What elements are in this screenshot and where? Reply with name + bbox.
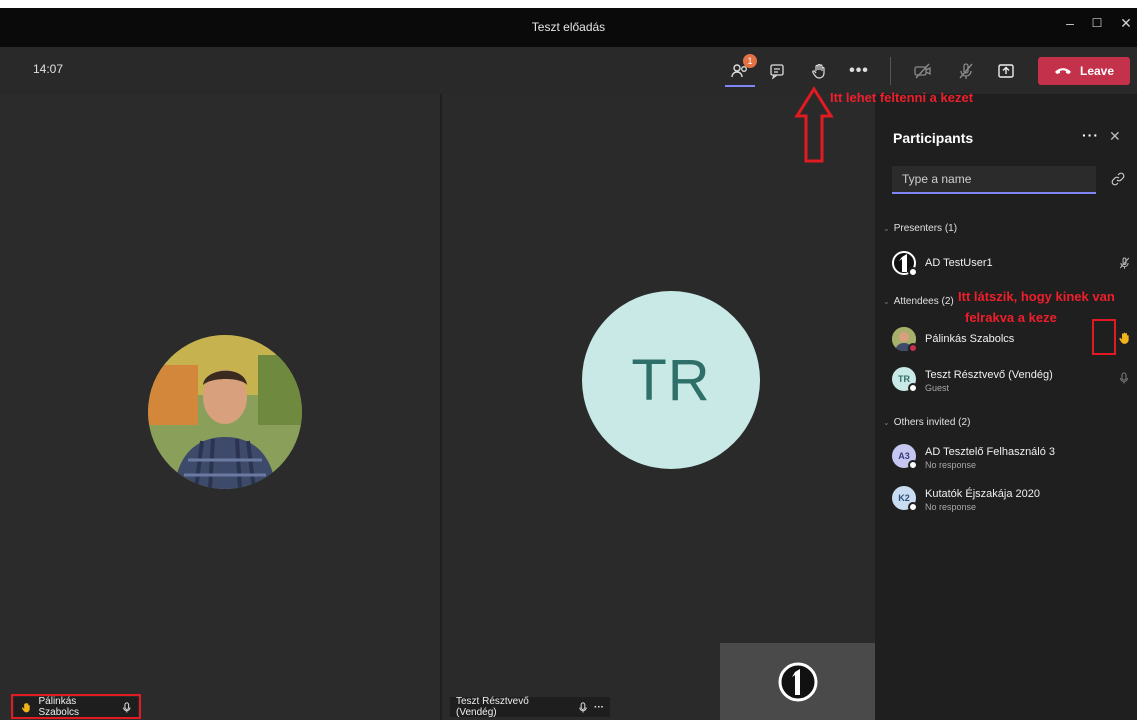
annotation-raise-hand-note: Itt lehet feltenni a kezet xyxy=(830,90,974,105)
title-bar: Teszt előadás – ☐ ✕ xyxy=(0,0,1137,47)
mic-toggle-button[interactable] xyxy=(953,58,979,84)
participant-response: No response xyxy=(925,460,977,470)
annotation-who-raised-line2: felrakva a keze xyxy=(965,310,1057,325)
window-title: Teszt előadás xyxy=(531,20,606,34)
status-dot xyxy=(908,383,918,393)
self-avatar-icon xyxy=(778,662,817,701)
leave-button[interactable]: Leave xyxy=(1038,57,1130,85)
status-dot xyxy=(908,267,918,277)
participant-ad-testuser1[interactable]: AD TestUser1 xyxy=(892,248,1132,278)
participant-search-input[interactable] xyxy=(892,166,1096,194)
annotation-who-raised-line1: Itt látszik, hogy kinek van xyxy=(958,289,1115,304)
participants-panel: Participants ··· ✕ ⌄Presenters (1) AD Te… xyxy=(875,94,1137,720)
hang-up-icon xyxy=(1054,68,1071,74)
chevron-down-icon: ⌄ xyxy=(883,418,890,427)
presenters-section-header[interactable]: ⌄ Presenters (1) xyxy=(883,223,957,234)
chevron-down-icon: ⌄ xyxy=(883,224,890,233)
meeting-toolbar: 14:07 1 ••• Leave xyxy=(0,47,1137,94)
participant-name: AD TestUser1 xyxy=(925,257,993,269)
participant-name: Pálinkás Szabolcs xyxy=(925,333,1015,345)
hand-icon xyxy=(812,63,825,79)
link-icon[interactable] xyxy=(1111,172,1125,186)
chat-icon xyxy=(770,64,784,80)
tile-more-button[interactable]: ··· xyxy=(594,702,604,713)
camera-off-icon xyxy=(914,63,931,79)
mic-icon xyxy=(579,701,587,713)
more-icon: ••• xyxy=(849,62,869,79)
meeting-timer: 14:07 xyxy=(33,62,64,76)
attendees-section-header[interactable]: ⌄ Attendees (2) xyxy=(883,296,954,307)
participant-role: Guest xyxy=(925,383,950,393)
others-invited-section-header[interactable]: ⌄ Others invited (2) xyxy=(883,417,970,428)
minimize-button[interactable]: – xyxy=(1056,15,1084,31)
annotation-box-raised-hand xyxy=(1092,319,1116,355)
annotation-box-name-chip xyxy=(11,694,141,719)
self-view-thumbnail[interactable] xyxy=(720,643,875,720)
toolbar-divider xyxy=(890,57,891,85)
annotation-up-arrow-icon xyxy=(794,86,834,163)
panel-more-button[interactable]: ··· xyxy=(1082,127,1099,143)
mic-icon xyxy=(1119,372,1129,384)
participant-response: No response xyxy=(925,502,977,512)
share-tray-icon xyxy=(998,64,1014,78)
maximize-button[interactable]: ☐ xyxy=(1083,16,1111,30)
participants-count-badge: 1 xyxy=(743,54,757,68)
camera-toggle-button[interactable] xyxy=(910,58,936,84)
panel-close-button[interactable]: ✕ xyxy=(1109,128,1121,145)
status-dot xyxy=(908,343,918,353)
leave-label: Leave xyxy=(1079,64,1115,78)
raise-hand-button[interactable] xyxy=(806,58,832,84)
invitee-kutatok-ejszakaja[interactable]: K2 Kutatók Éjszakája 2020 No response xyxy=(892,483,1132,513)
title-bar-top-strip xyxy=(0,0,1137,8)
active-tab-indicator xyxy=(725,85,755,87)
invitee-ad-tesztelo[interactable]: A3 AD Tesztelő Felhasználó 3 No response xyxy=(892,441,1132,471)
panel-title: Participants xyxy=(893,130,974,146)
close-window-button[interactable]: ✕ xyxy=(1112,15,1137,32)
avatar-photo-palinkas xyxy=(148,335,302,489)
raised-hand-icon xyxy=(1119,332,1129,344)
share-screen-button[interactable] xyxy=(993,58,1019,84)
tile-name-chip-right: Teszt Résztvevő (Vendég) ··· xyxy=(450,696,610,718)
status-dot xyxy=(908,502,918,512)
participant-name: Teszt Résztvevő (Vendég) xyxy=(925,369,1053,381)
chat-button[interactable] xyxy=(764,58,790,84)
participant-name: Kutatók Éjszakája 2020 xyxy=(925,488,1040,500)
status-dot xyxy=(908,460,918,470)
chevron-down-icon: ⌄ xyxy=(883,297,890,306)
tile-name-right: Teszt Résztvevő (Vendég) xyxy=(456,696,529,718)
more-actions-button[interactable]: ••• xyxy=(846,58,872,84)
mic-off-icon xyxy=(959,63,973,79)
participant-name: AD Tesztelő Felhasználó 3 xyxy=(925,446,1056,458)
teams-meeting-window: Teszt előadás – ☐ ✕ 14:07 1 ••• Leave Pá… xyxy=(0,0,1137,720)
participant-teszt-resztvevo[interactable]: TR Teszt Résztvevő (Vendég) Guest xyxy=(892,364,1132,394)
mic-off-icon xyxy=(1119,257,1130,269)
participants-button[interactable]: 1 xyxy=(725,54,757,87)
avatar-initials-teszt: TR xyxy=(582,291,760,469)
